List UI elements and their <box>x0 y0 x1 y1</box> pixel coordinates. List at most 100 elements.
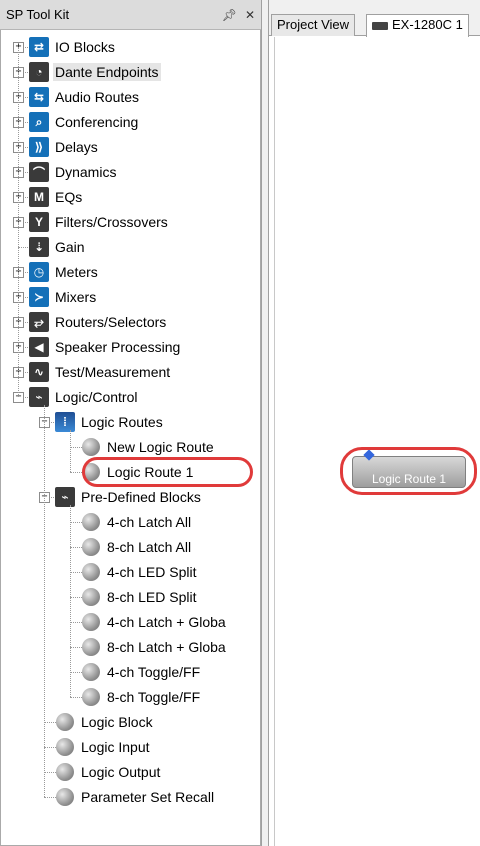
tree-item-io-blocks[interactable]: + ⇄ IO Blocks <box>1 35 259 60</box>
tab-device-label: EX-1280C 1 <box>392 17 463 32</box>
logic-item-icon <box>56 738 74 756</box>
mixers-icon: ≻ <box>29 287 49 307</box>
meters-icon: ◷ <box>29 262 49 282</box>
tree-item-4ch-led-split[interactable]: 4-ch LED Split <box>1 560 259 585</box>
tree-item-pre-defined-blocks[interactable]: − ⌁ Pre-Defined Blocks <box>1 485 259 510</box>
tree-item-gain[interactable]: ⇣ Gain <box>1 235 259 260</box>
tree-item-8ch-toggle-ff[interactable]: 8-ch Toggle/FF <box>1 685 259 710</box>
highlight-ring-tree <box>82 457 253 487</box>
tree-item-logic-routes[interactable]: − ⁞ Logic Routes <box>1 410 259 435</box>
tree-guide <box>70 505 71 697</box>
tree-item-8ch-latch-all[interactable]: 8-ch Latch All <box>1 535 259 560</box>
tree-item-label: 4-ch Latch All <box>107 514 192 530</box>
tree-item-label: EQs <box>55 189 83 205</box>
io-blocks-icon: ⇄ <box>29 37 49 57</box>
tab-device[interactable]: EX-1280C 1 <box>366 14 469 37</box>
tree-item-routers-selectors[interactable]: + ⥂ Routers/Selectors <box>1 310 259 335</box>
logic-item-icon <box>82 438 100 456</box>
eqs-icon: M <box>29 187 49 207</box>
panel-header: SP Tool Kit 📌︎ ✕ <box>0 0 261 30</box>
tree-item-label: Dynamics <box>55 164 117 180</box>
tree-item-delays[interactable]: + ⟫ Delays <box>1 135 259 160</box>
tree-item-label: 8-ch LED Split <box>107 589 197 605</box>
test-measurement-icon: ∿ <box>29 362 49 382</box>
close-icon[interactable]: ✕ <box>245 8 255 22</box>
tree-item-label: Conferencing <box>55 114 139 130</box>
dynamics-icon: ⌒ <box>29 162 49 182</box>
tab-strip: Project View EX-1280C 1 <box>269 0 480 37</box>
tree-item-logic-input[interactable]: Logic Input <box>1 735 259 760</box>
tab-project-view[interactable]: Project View <box>271 14 356 36</box>
project-area: Project View EX-1280C 1 <box>268 0 480 846</box>
tree-item-filters-crossovers[interactable]: + Y Filters/Crossovers <box>1 210 259 235</box>
audio-routes-icon: ⇆ <box>29 87 49 107</box>
speaker-processing-icon: ◀ <box>29 337 49 357</box>
tree-item-audio-routes[interactable]: + ⇆ Audio Routes <box>1 85 259 110</box>
tree-item-4ch-toggle-ff[interactable]: 4-ch Toggle/FF <box>1 660 259 685</box>
tree-item-8ch-led-split[interactable]: 8-ch LED Split <box>1 585 259 610</box>
logic-item-icon <box>56 713 74 731</box>
tree-item-label: Filters/Crossovers <box>55 214 168 230</box>
tree-item-mixers[interactable]: + ≻ Mixers <box>1 285 259 310</box>
tree-item-label: 4-ch Toggle/FF <box>107 664 201 680</box>
tree-guide <box>44 405 45 797</box>
tree-item-label: Routers/Selectors <box>55 314 167 330</box>
tree-item-conferencing[interactable]: + ⌕ Conferencing <box>1 110 259 135</box>
tree-item-4ch-latch-global[interactable]: 4-ch Latch + Globa <box>1 610 259 635</box>
tree-item-label: Logic Input <box>81 739 150 755</box>
design-canvas[interactable] <box>274 37 480 846</box>
tree-item-dante-endpoints[interactable]: + ◔ Dante Endpoints <box>1 60 259 85</box>
tree-item-label: New Logic Route <box>107 439 214 455</box>
routers-selectors-icon: ⥂ <box>29 312 49 332</box>
tree-item-4ch-latch-all[interactable]: 4-ch Latch All <box>1 510 259 535</box>
logic-item-icon <box>82 588 100 606</box>
highlight-ring-block <box>340 447 477 495</box>
dante-endpoints-icon: ◔ <box>29 62 49 82</box>
tree-item-label: 8-ch Toggle/FF <box>107 689 201 705</box>
tool-tree: + ⇄ IO Blocks + ◔ Dante Endpoints + ⇆ Audio Rout… <box>0 30 261 846</box>
tree-item-label: Logic/Control <box>55 389 138 405</box>
panel-title: SP Tool Kit <box>6 7 70 22</box>
tree-item-label: Mixers <box>55 289 97 305</box>
tree-item-eqs[interactable]: + M EQs <box>1 185 259 210</box>
logic-item-icon <box>56 788 74 806</box>
logic-item-icon <box>82 638 100 656</box>
logic-item-icon <box>82 663 100 681</box>
tree-item-label: 4-ch LED Split <box>107 564 197 580</box>
tree-item-logic-control[interactable]: − ⌁ Logic/Control <box>1 385 259 410</box>
tree-item-label: IO Blocks <box>55 39 115 55</box>
sp-tool-kit-panel: SP Tool Kit 📌︎ ✕ + ⇄ IO Blocks + ◔ Dante Endp… <box>0 0 262 846</box>
logic-routes-icon: ⁞ <box>55 412 75 432</box>
tree-item-meters[interactable]: + ◷ Meters <box>1 260 259 285</box>
tree-item-label: Logic Output <box>81 764 161 780</box>
logic-item-icon <box>82 613 100 631</box>
device-icon <box>372 21 388 30</box>
tree-item-label: Pre-Defined Blocks <box>81 489 201 505</box>
logic-item-icon <box>82 563 100 581</box>
tree-item-logic-output[interactable]: Logic Output <box>1 760 259 785</box>
tree-item-parameter-set-recall[interactable]: Parameter Set Recall <box>1 785 259 810</box>
tree-item-dynamics[interactable]: + ⌒ Dynamics <box>1 160 259 185</box>
logic-control-icon: ⌁ <box>29 387 49 407</box>
delays-icon: ⟫ <box>29 137 49 157</box>
tree-item-test-measurement[interactable]: + ∿ Test/Measurement <box>1 360 259 385</box>
logic-item-icon <box>56 763 74 781</box>
logic-item-icon <box>82 538 100 556</box>
tree-item-label: Parameter Set Recall <box>81 789 215 805</box>
conferencing-icon: ⌕ <box>29 112 49 132</box>
tree-guide <box>70 430 71 472</box>
tree-item-logic-block[interactable]: Logic Block <box>1 710 259 735</box>
tree-item-label: Audio Routes <box>55 89 140 105</box>
tree-item-label: 8-ch Latch All <box>107 539 192 555</box>
logic-item-icon <box>82 688 100 706</box>
tree-item-label: Meters <box>55 264 98 280</box>
tree-item-label: 8-ch Latch + Globa <box>107 639 226 655</box>
tree-item-label: Logic Block <box>81 714 153 730</box>
logic-item-icon <box>82 513 100 531</box>
tree-item-8ch-latch-global[interactable]: 8-ch Latch + Globa <box>1 635 259 660</box>
pin-icon[interactable]: 📌︎ <box>222 8 237 22</box>
tree-item-speaker-processing[interactable]: + ◀ Speaker Processing <box>1 335 259 360</box>
tree-item-label: Test/Measurement <box>55 364 171 380</box>
pre-defined-blocks-icon: ⌁ <box>55 487 75 507</box>
tree-item-label: Speaker Processing <box>55 339 181 355</box>
